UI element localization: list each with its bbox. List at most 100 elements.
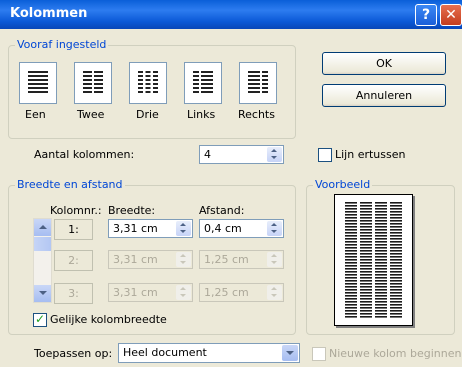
- preview-line: [345, 274, 357, 276]
- preview-line: [360, 316, 372, 318]
- preview-line: [360, 313, 372, 315]
- preview-line: [345, 283, 357, 285]
- preview-line: [375, 271, 387, 273]
- preset-links-button[interactable]: [184, 62, 222, 104]
- preview-line: [375, 253, 387, 255]
- title-bar[interactable]: Kolommen ? ✕: [0, 0, 462, 29]
- preview-line: [345, 238, 357, 240]
- preview-line: [345, 307, 357, 309]
- preview-line: [375, 265, 387, 267]
- preview-line: [345, 226, 357, 228]
- preview-line: [345, 235, 357, 237]
- column-1-spacing-input[interactable]: 0,4 cm: [199, 219, 284, 238]
- three-columns-icon: [137, 71, 159, 93]
- apply-to-label: Toepassen op:: [34, 347, 113, 360]
- preview-line: [360, 244, 372, 246]
- preview-line: [360, 265, 372, 267]
- column-count-spinner[interactable]: [267, 147, 282, 162]
- preview-columns: [345, 202, 402, 318]
- column-2-spacing-spinner: [267, 252, 282, 267]
- preview-line: [360, 247, 372, 249]
- preview-line: [360, 295, 372, 297]
- preview-line: [390, 274, 402, 276]
- scroll-down-button[interactable]: [34, 285, 51, 302]
- column-2-spacing-value: 1,25 cm: [204, 253, 249, 266]
- preview-line: [375, 211, 387, 213]
- preview-line: [345, 205, 357, 207]
- preview-line: [345, 220, 357, 222]
- preview-line: [390, 229, 402, 231]
- column-1-spacing-spinner[interactable]: [267, 221, 282, 236]
- preview-line: [390, 247, 402, 249]
- preview-line: [390, 214, 402, 216]
- preview-line: [390, 280, 402, 282]
- ok-button[interactable]: OK: [322, 52, 446, 75]
- preview-line: [345, 223, 357, 225]
- preview-line: [345, 298, 357, 300]
- preview-line: [360, 250, 372, 252]
- width-spacing-group-label: Breedte en afstand: [15, 178, 125, 191]
- columns-dialog: Kolommen ? ✕ Vooraf ingesteld Een Twee D…: [0, 0, 462, 367]
- column-1-button[interactable]: 1:: [54, 219, 93, 240]
- preview-line: [360, 205, 372, 207]
- preview-line: [390, 223, 402, 225]
- preview-line: [375, 220, 387, 222]
- preview-line: [375, 226, 387, 228]
- preset-drie-button[interactable]: [129, 62, 167, 104]
- column-2-width-spinner: [176, 252, 191, 267]
- preview-line: [390, 238, 402, 240]
- help-button[interactable]: ?: [415, 4, 437, 26]
- columns-scrollbar[interactable]: [33, 218, 52, 303]
- preview-line: [360, 223, 372, 225]
- column-1-width-spinner[interactable]: [176, 221, 191, 236]
- preview-line: [390, 289, 402, 291]
- preview-line: [390, 220, 402, 222]
- equal-width-checkbox[interactable]: [33, 312, 47, 327]
- preview-line: [375, 223, 387, 225]
- preview-line: [375, 283, 387, 285]
- equal-width-label: Gelijke kolombreedte: [50, 313, 167, 326]
- preview-line: [390, 295, 402, 297]
- preview-line: [360, 253, 372, 255]
- preview-line: [345, 253, 357, 255]
- chevron-down-icon[interactable]: [282, 345, 298, 361]
- apply-to-dropdown[interactable]: Heel document: [118, 343, 300, 363]
- preview-line: [345, 292, 357, 294]
- width-header: Breedte:: [108, 204, 156, 217]
- preview-line: [345, 217, 357, 219]
- preview-line: [375, 247, 387, 249]
- scroll-up-button[interactable]: [34, 219, 51, 236]
- preview-line: [375, 202, 387, 204]
- column-3-spacing-input: 1,25 cm: [199, 283, 284, 302]
- left-columns-icon: [192, 71, 214, 93]
- preview-line: [360, 262, 372, 264]
- column-count-input[interactable]: 4: [199, 145, 284, 164]
- scroll-thumb[interactable]: [34, 237, 51, 251]
- preview-line: [345, 280, 357, 282]
- column-3-width-value: 3,31 cm: [113, 286, 158, 299]
- preview-page: [334, 194, 413, 326]
- preview-line: [375, 286, 387, 288]
- line-between-checkbox[interactable]: [318, 148, 332, 162]
- preview-line: [375, 274, 387, 276]
- preview-line: [360, 277, 372, 279]
- preview-line: [375, 268, 387, 270]
- preview-line: [345, 247, 357, 249]
- column-3-button: 3:: [54, 283, 93, 304]
- preset-rechts-button[interactable]: [239, 62, 277, 104]
- column-1-width-input[interactable]: 3,31 cm: [108, 219, 193, 238]
- preset-een-button[interactable]: [19, 62, 57, 104]
- preview-line: [360, 232, 372, 234]
- preview-line: [345, 286, 357, 288]
- preview-line: [375, 313, 387, 315]
- preset-twee-button[interactable]: [74, 62, 112, 104]
- preview-line: [345, 289, 357, 291]
- preview-line: [345, 262, 357, 264]
- close-button[interactable]: ✕: [440, 4, 462, 26]
- preview-line: [345, 259, 357, 261]
- cancel-button[interactable]: Annuleren: [322, 84, 446, 107]
- preview-line: [345, 277, 357, 279]
- preview-line: [390, 307, 402, 309]
- preview-line: [390, 283, 402, 285]
- preview-line: [345, 256, 357, 258]
